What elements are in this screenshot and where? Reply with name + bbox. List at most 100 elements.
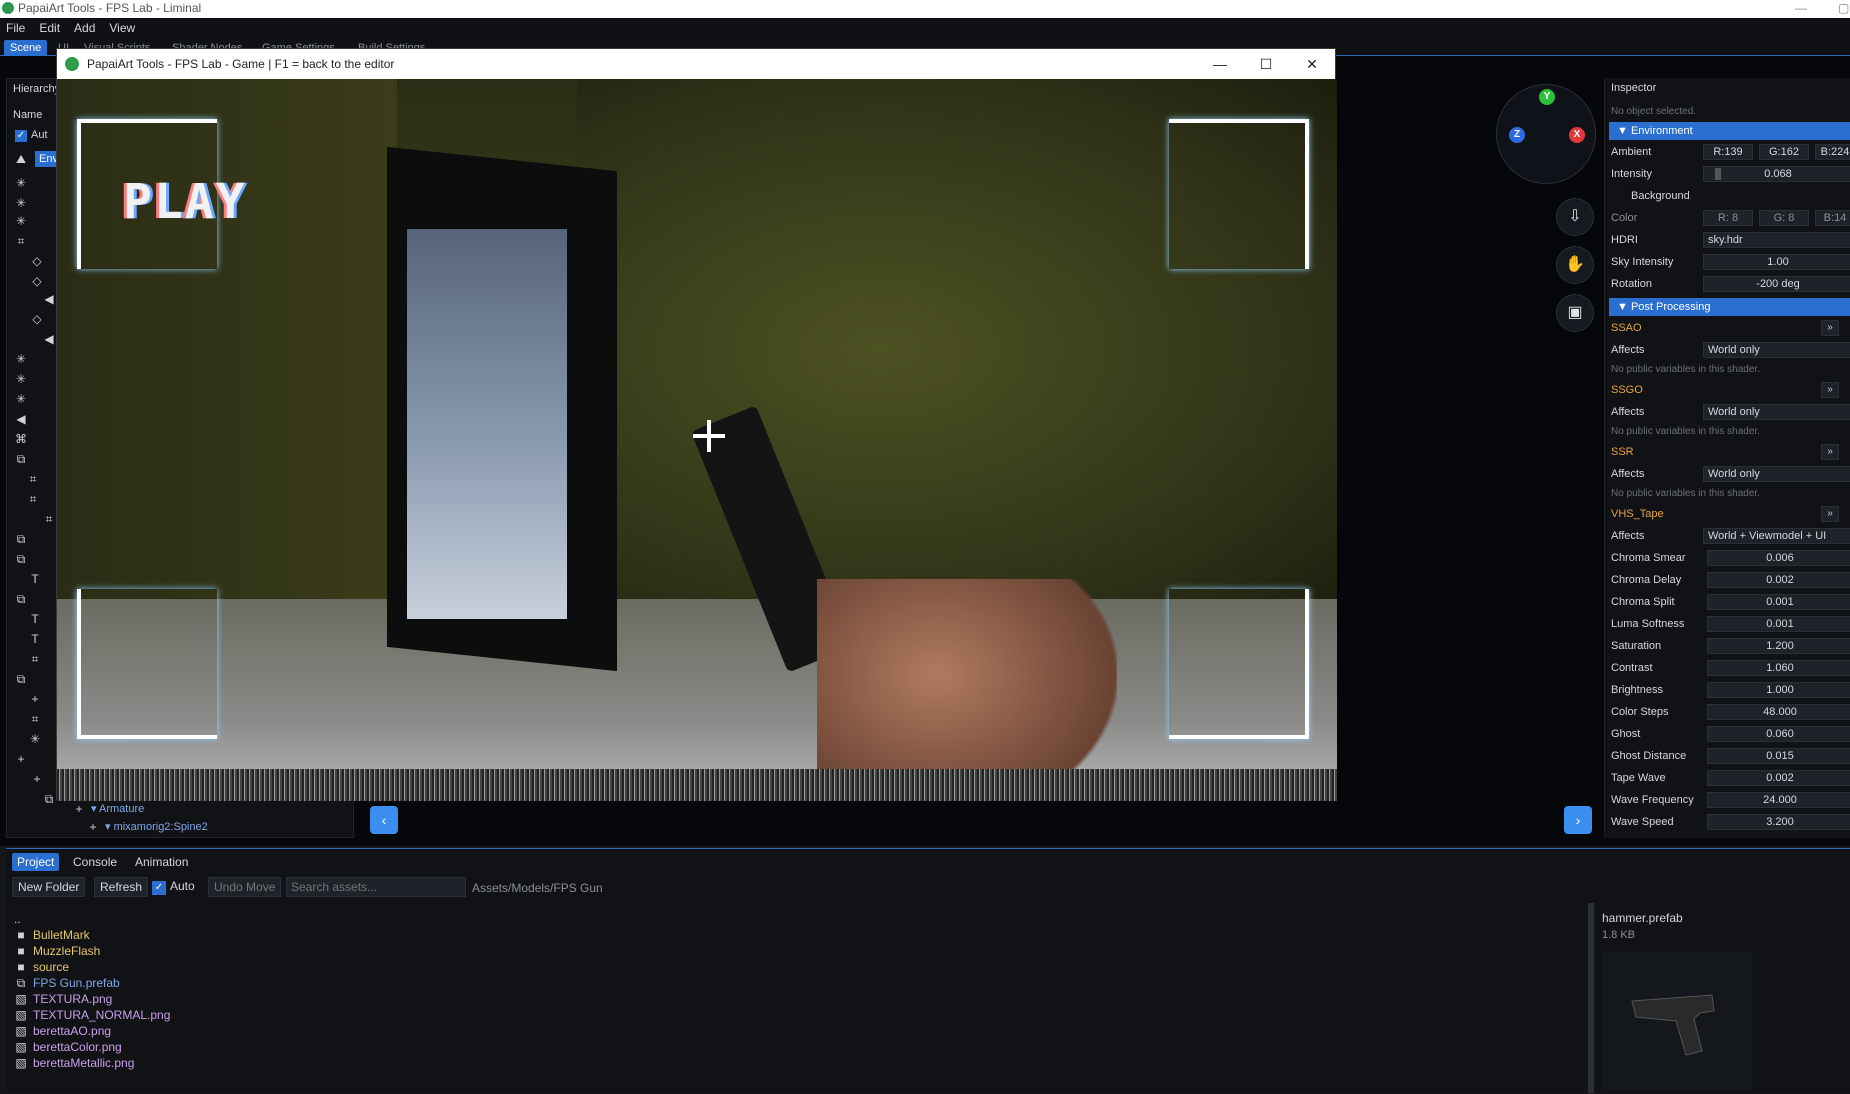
next-arrow-button[interactable]: ›	[1564, 806, 1592, 834]
axis-gizmo[interactable]: Y X Z	[1496, 84, 1596, 184]
folder-item[interactable]: ■ MuzzleFlash	[14, 943, 100, 959]
sky-intensity-field[interactable]: 1.00	[1703, 254, 1850, 270]
rotation-field[interactable]: -200 deg	[1703, 276, 1850, 292]
environment-section-header[interactable]: ▼ Environment	[1609, 122, 1850, 140]
vhs-param-field[interactable]: 3.200	[1707, 814, 1850, 830]
light-icon[interactable]: ✳	[15, 197, 27, 209]
vhs-param-field[interactable]: 1.060	[1707, 660, 1850, 676]
mesh-icon[interactable]: ⌗	[27, 493, 39, 505]
scrollbar[interactable]	[1588, 903, 1594, 1093]
ssao-affects-select[interactable]: World only	[1703, 342, 1850, 358]
search-assets-input[interactable]	[286, 877, 466, 897]
plane-icon[interactable]: ◇	[31, 255, 43, 267]
undo-move-button[interactable]: Undo Move	[208, 877, 282, 897]
mesh-icon[interactable]: ⌗	[15, 235, 27, 247]
light-icon[interactable]: ✳	[15, 177, 27, 189]
prefab-icon[interactable]: ⧉	[43, 793, 55, 805]
menu-file[interactable]: File	[6, 18, 25, 38]
light-icon[interactable]: ✳	[15, 353, 27, 365]
z-axis-handle[interactable]: Z	[1509, 127, 1525, 143]
folder-item[interactable]: ■ source	[14, 959, 69, 975]
file-item[interactable]: ▧ TEXTURA_NORMAL.png	[14, 1007, 170, 1023]
refresh-button[interactable]: Refresh	[94, 877, 149, 897]
tab-animation[interactable]: Animation	[130, 853, 193, 871]
text-icon[interactable]: T	[29, 573, 41, 585]
ambient-g-field[interactable]: G:162	[1759, 144, 1809, 160]
light-icon[interactable]: ✳	[15, 373, 27, 385]
hdri-field[interactable]: sky.hdr	[1703, 232, 1850, 248]
tab-project[interactable]: Project	[12, 853, 60, 871]
ssgo-affects-select[interactable]: World only	[1703, 404, 1850, 420]
vhs-param-field[interactable]: 0.015	[1707, 748, 1850, 764]
ssr-affects-select[interactable]: World only	[1703, 466, 1850, 482]
audio-icon[interactable]: ◀	[43, 293, 55, 305]
tab-console[interactable]: Console	[68, 853, 122, 871]
prefab-icon[interactable]: ⧉	[15, 553, 27, 565]
ssgo-expand-button[interactable]: »	[1821, 382, 1839, 398]
new-folder-button[interactable]: New Folder	[12, 877, 86, 897]
minimize-icon[interactable]: —	[1197, 49, 1243, 79]
menu-view[interactable]: View	[109, 18, 135, 38]
color-b-field[interactable]: B:14	[1815, 210, 1850, 226]
auto-toggle[interactable]: ✓ Auto	[152, 879, 195, 895]
mesh-icon[interactable]: ⌗	[29, 653, 41, 665]
mesh-icon[interactable]: ⌗	[43, 513, 55, 525]
ssr-expand-button[interactable]: »	[1821, 444, 1839, 460]
pan-hand-icon[interactable]: ✋	[1556, 246, 1594, 284]
vhs-param-field[interactable]: 0.006	[1707, 550, 1850, 566]
vhs-param-field[interactable]: 48.000	[1707, 704, 1850, 720]
file-item[interactable]: ⧉ FPS Gun.prefab	[14, 975, 120, 991]
vhs-param-field[interactable]: 0.001	[1707, 616, 1850, 632]
audio-icon[interactable]: ◀	[43, 333, 55, 345]
mouse-icon[interactable]: ⌘	[15, 433, 27, 445]
close-icon[interactable]: ✕	[1289, 49, 1335, 79]
bone-icon[interactable]: +	[31, 773, 43, 785]
vhs-param-field[interactable]: 0.060	[1707, 726, 1850, 742]
bone-icon[interactable]: +	[29, 693, 41, 705]
game-view[interactable]: PLAY	[57, 79, 1337, 801]
bone-icon[interactable]: +	[15, 753, 27, 765]
ssao-expand-button[interactable]: »	[1821, 320, 1839, 336]
vhs-param-field[interactable]: 24.000	[1707, 792, 1850, 808]
bone-icon[interactable]: +	[87, 821, 99, 833]
light-icon[interactable]: ✳	[29, 733, 41, 745]
x-axis-handle[interactable]: X	[1569, 127, 1585, 143]
prefab-icon[interactable]: ⧉	[15, 453, 27, 465]
maximize-icon[interactable]: ☐	[1243, 49, 1289, 79]
maximize-icon[interactable]: ▢	[1838, 0, 1849, 16]
file-item[interactable]: ▧ berettaAO.png	[14, 1023, 111, 1039]
text-icon[interactable]: T	[29, 633, 41, 645]
ambient-r-field[interactable]: R:139	[1703, 144, 1753, 160]
prefab-icon[interactable]: ⧉	[15, 593, 27, 605]
color-r-field[interactable]: R: 8	[1703, 210, 1753, 226]
vhs-param-field[interactable]: 0.002	[1707, 572, 1850, 588]
plane-icon[interactable]: ◇	[31, 275, 43, 287]
hierarchy-auto-toggle[interactable]: ✓ Aut	[15, 129, 48, 142]
vhs-expand-button[interactable]: »	[1821, 506, 1839, 522]
audio-icon[interactable]: ◀	[15, 413, 27, 425]
2d-view-icon[interactable]: ▣	[1556, 294, 1594, 332]
prev-arrow-button[interactable]: ‹	[370, 806, 398, 834]
vhs-param-field[interactable]: 1.000	[1707, 682, 1850, 698]
mesh-icon[interactable]: ⌗	[29, 713, 41, 725]
tree-item-armature[interactable]: ▾ Armature	[91, 802, 144, 815]
drop-to-floor-icon[interactable]: ⇩	[1556, 198, 1594, 236]
text-icon[interactable]: T	[29, 613, 41, 625]
tree-item-spine2[interactable]: ▾ mixamorig2:Spine2	[105, 820, 208, 833]
plane-icon[interactable]: ◇	[31, 313, 43, 325]
file-item[interactable]: ▧ berettaColor.png	[14, 1039, 121, 1055]
minimize-icon[interactable]: —	[1795, 0, 1807, 16]
prefab-icon[interactable]: ⧉	[15, 673, 27, 685]
parent-folder-item[interactable]: ..	[14, 911, 21, 927]
vhs-param-field[interactable]: 1.200	[1707, 638, 1850, 654]
vhs-param-field[interactable]: 0.002	[1707, 770, 1850, 786]
file-item[interactable]: ▧ berettaMetallic.png	[14, 1055, 134, 1071]
prefab-icon[interactable]: ⧉	[15, 533, 27, 545]
light-icon[interactable]: ✳	[15, 393, 27, 405]
menu-add[interactable]: Add	[74, 18, 95, 38]
vhs-param-field[interactable]: 0.001	[1707, 594, 1850, 610]
y-axis-handle[interactable]: Y	[1539, 89, 1555, 105]
tab-scene[interactable]: Scene	[4, 40, 48, 56]
mesh-icon[interactable]: ⌗	[27, 473, 39, 485]
light-icon[interactable]: ✳	[15, 215, 27, 227]
